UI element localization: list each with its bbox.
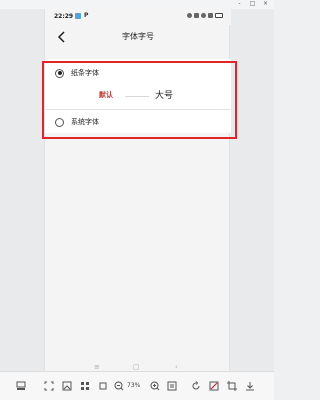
close-button[interactable]: × (262, 1, 269, 7)
highlight-annotation (42, 61, 237, 139)
grid-icon[interactable] (80, 381, 90, 391)
crop-icon[interactable] (227, 381, 237, 391)
zoom-level: 73% (127, 382, 141, 389)
zoom-in-icon[interactable] (150, 381, 160, 391)
actual-size-icon[interactable] (167, 381, 177, 391)
thumbnail-icon[interactable] (16, 381, 26, 391)
download-icon[interactable] (245, 381, 255, 391)
page-title: 字体字号 (122, 32, 154, 41)
signal-icon (208, 13, 213, 18)
window-titlebar: - □ × (0, 0, 274, 9)
fullscreen-icon[interactable] (44, 381, 54, 391)
zoom-out-icon[interactable] (114, 381, 124, 391)
nav-bar: 字体字号 (45, 25, 231, 49)
battery-icon (215, 13, 223, 18)
notification-p-icon: P (84, 12, 89, 19)
image-icon[interactable] (62, 381, 72, 391)
wifi-icon (201, 13, 206, 18)
viewer-toolbar: 73% (0, 371, 274, 400)
maximize-button[interactable]: □ (249, 1, 256, 7)
status-bar: 22:29 P (45, 9, 231, 25)
rotate-icon[interactable] (191, 381, 201, 391)
fit-icon[interactable] (98, 381, 108, 391)
status-time: 22:29 (54, 13, 74, 20)
silent-icon (194, 13, 199, 18)
status-icons (187, 13, 223, 18)
bluetooth-icon (187, 13, 192, 18)
image-viewer: 22:29 P 字体字号 纸条字体 默认 大号 系统字体 ≡ ▢ ‹ (0, 9, 274, 380)
minimize-button[interactable]: - (236, 1, 243, 7)
notification-app-icon (75, 13, 81, 19)
edit-icon[interactable] (209, 381, 219, 391)
